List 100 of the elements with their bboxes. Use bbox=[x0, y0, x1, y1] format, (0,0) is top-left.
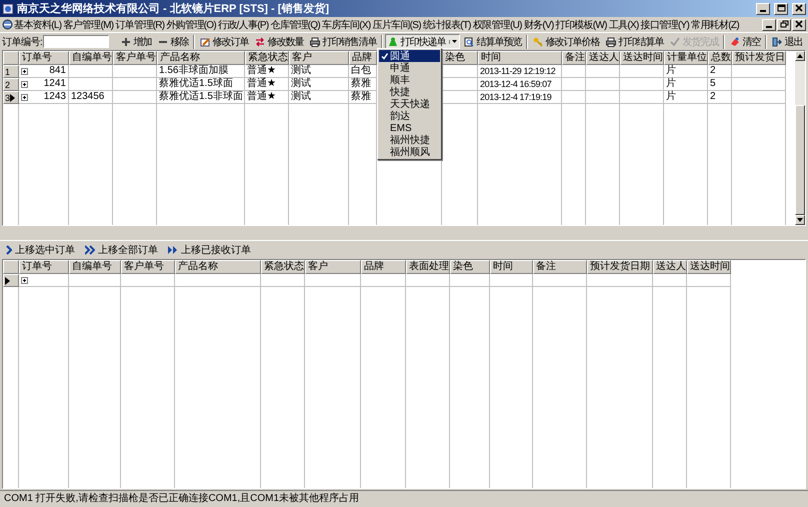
column-header[interactable]: 送达人 bbox=[653, 260, 687, 274]
column-header[interactable]: 自编单号 bbox=[69, 51, 113, 65]
table-cell: 普通★ bbox=[245, 78, 289, 91]
column-header[interactable]: 计量单位 bbox=[664, 51, 708, 65]
toolbar-button[interactable]: 上移已接收订单 bbox=[168, 243, 251, 257]
menu-item[interactable]: 快捷 bbox=[379, 86, 440, 98]
table-cell: 普通★ bbox=[245, 91, 289, 104]
menu-item[interactable]: 客户管理(M) bbox=[62, 18, 114, 32]
edit-icon bbox=[200, 36, 210, 46]
column-header[interactable]: 送达时间 bbox=[620, 51, 664, 65]
menu-item[interactable]: 权限管理(U) bbox=[472, 18, 523, 32]
toolbar-button[interactable]: 结算单预览 bbox=[461, 34, 524, 49]
menu-item[interactable]: 天天快递 bbox=[379, 98, 440, 110]
column-header[interactable]: 预计发货日 bbox=[732, 51, 786, 65]
menu-item[interactable]: 仓库管理(Q) bbox=[269, 18, 322, 32]
arrows-icon bbox=[255, 36, 266, 46]
column-header[interactable]: 自编单号 bbox=[69, 260, 121, 274]
exit-icon bbox=[772, 36, 782, 46]
maximize-button[interactable] bbox=[774, 2, 788, 14]
window-title: 南京天之华网络技术有限公司 - 北软镜片ERP [STS] - [销售发货] bbox=[17, 2, 330, 16]
scrollbar[interactable] bbox=[795, 51, 805, 225]
toolbar-button[interactable]: 移除 bbox=[155, 34, 192, 49]
table-cell: 2013-11-29 12:19:12 bbox=[478, 65, 562, 78]
column-header[interactable]: 送达时间 bbox=[687, 260, 731, 274]
toolbar-button[interactable]: 修改订单 bbox=[197, 34, 252, 49]
current-row-icon bbox=[5, 276, 10, 284]
column-header[interactable]: 客户单号 bbox=[121, 260, 175, 274]
menu-item[interactable]: 打印模板(W) bbox=[554, 18, 608, 32]
expand-icon[interactable] bbox=[21, 94, 28, 100]
column-header[interactable]: 品牌 bbox=[349, 51, 377, 65]
check-icon bbox=[381, 52, 388, 60]
column-header[interactable]: 紧急状态 bbox=[245, 51, 289, 65]
table-cell: 5 bbox=[708, 78, 732, 91]
expand-icon[interactable] bbox=[21, 276, 28, 284]
column-header[interactable]: 备注 bbox=[533, 260, 587, 274]
table-cell bbox=[562, 78, 586, 91]
toolbar-button[interactable]: 打印结算单 bbox=[603, 34, 666, 49]
toolbar-button[interactable]: 增加 bbox=[118, 34, 154, 49]
menu-item[interactable]: EMS bbox=[379, 122, 440, 134]
check-icon bbox=[670, 36, 680, 46]
menu-item[interactable]: 常用耗材(Z) bbox=[690, 18, 740, 32]
column-header[interactable]: 品牌 bbox=[361, 260, 406, 274]
column-header[interactable]: 送达人 bbox=[586, 51, 620, 65]
close-button[interactable] bbox=[792, 2, 806, 14]
column-header[interactable]: 总数 bbox=[708, 51, 732, 65]
table-cell bbox=[586, 78, 620, 91]
column-header[interactable]: 订单号 bbox=[19, 260, 69, 274]
column-header[interactable]: 紧急状态 bbox=[261, 260, 305, 274]
menu-item[interactable]: 财务(V) bbox=[522, 18, 555, 32]
menu-item[interactable]: 行政/人事(P) bbox=[216, 18, 270, 32]
preview-icon bbox=[464, 36, 474, 46]
table-cell: 蔡雅优适1.5非球面 bbox=[157, 91, 245, 104]
toolbar-button[interactable]: 修改数量 bbox=[252, 34, 306, 49]
toolbar-button[interactable]: 打印销售清单 bbox=[307, 34, 380, 49]
column-header[interactable]: 客户单号 bbox=[113, 51, 157, 65]
current-row-icon bbox=[10, 94, 16, 102]
restore-button[interactable] bbox=[777, 18, 791, 30]
column-header[interactable]: 备注 bbox=[562, 51, 586, 65]
menu-item[interactable]: 申通 bbox=[379, 62, 440, 74]
toolbar-button[interactable]: 上移选中订单 bbox=[6, 243, 75, 257]
expand-icon[interactable] bbox=[21, 68, 28, 74]
dropdown-button[interactable]: 打印快递单 bbox=[385, 34, 460, 49]
column-header[interactable]: 产品名称 bbox=[175, 260, 261, 274]
menu-item[interactable]: 福州顺风 bbox=[379, 146, 440, 158]
menu-item[interactable]: 基本资料(L) bbox=[13, 18, 62, 32]
minimize-button[interactable] bbox=[762, 18, 776, 30]
column-header[interactable]: 订单号 bbox=[19, 51, 69, 65]
menu-item[interactable]: 订单管理(R) bbox=[114, 18, 166, 32]
menu-item[interactable]: 圆通 bbox=[379, 50, 440, 62]
menu-item[interactable]: 压片车间(S) bbox=[371, 18, 422, 32]
status-text: COM1 打开失败,请检查扫描枪是否已正确连接COM1,且COM1未被其他程序占用 bbox=[4, 492, 360, 505]
column-header[interactable]: 染色 bbox=[442, 51, 478, 65]
expand-icon[interactable] bbox=[21, 80, 28, 88]
column-header[interactable]: 产品名称 bbox=[157, 51, 245, 65]
menu-item[interactable]: 福州快捷 bbox=[379, 134, 440, 146]
table-cell: 2013-12-4 17:19:19 bbox=[478, 91, 562, 104]
menu-item[interactable]: 接口管理(Y) bbox=[640, 18, 690, 32]
toolbar-button[interactable]: 上移全部订单 bbox=[85, 243, 158, 257]
menu-item[interactable]: 顺丰 bbox=[379, 74, 440, 86]
menu-item[interactable]: 工具(X) bbox=[608, 18, 640, 32]
column-header[interactable]: 时间 bbox=[478, 51, 562, 65]
toolbar-button[interactable]: 修改订单价格 bbox=[530, 34, 602, 49]
close-button[interactable] bbox=[792, 18, 806, 30]
column-header[interactable]: 染色 bbox=[450, 260, 490, 274]
menu-item[interactable]: 车房车间(X) bbox=[321, 18, 372, 32]
minimize-button[interactable] bbox=[756, 2, 770, 14]
toolbar-button[interactable]: 清空 bbox=[727, 34, 764, 49]
toolbar-button[interactable]: 退出 bbox=[769, 34, 806, 49]
menu-item[interactable]: 外购管理(O) bbox=[165, 18, 217, 32]
menu-item[interactable]: 韵达 bbox=[379, 110, 440, 122]
maximize-icon bbox=[776, 4, 786, 13]
menu-item[interactable]: 统计报表(T) bbox=[422, 18, 472, 32]
table-cell: 1.56非球面加膜 bbox=[157, 65, 245, 78]
column-header[interactable]: 客户 bbox=[305, 260, 361, 274]
column-header[interactable]: 客户 bbox=[289, 51, 349, 65]
order-number-field[interactable] bbox=[43, 35, 110, 48]
column-header[interactable]: 预计发货日期 bbox=[587, 260, 653, 274]
column-header[interactable]: 时间 bbox=[490, 260, 533, 274]
restore-icon bbox=[780, 20, 788, 29]
column-header[interactable]: 表面处理 bbox=[406, 260, 450, 274]
